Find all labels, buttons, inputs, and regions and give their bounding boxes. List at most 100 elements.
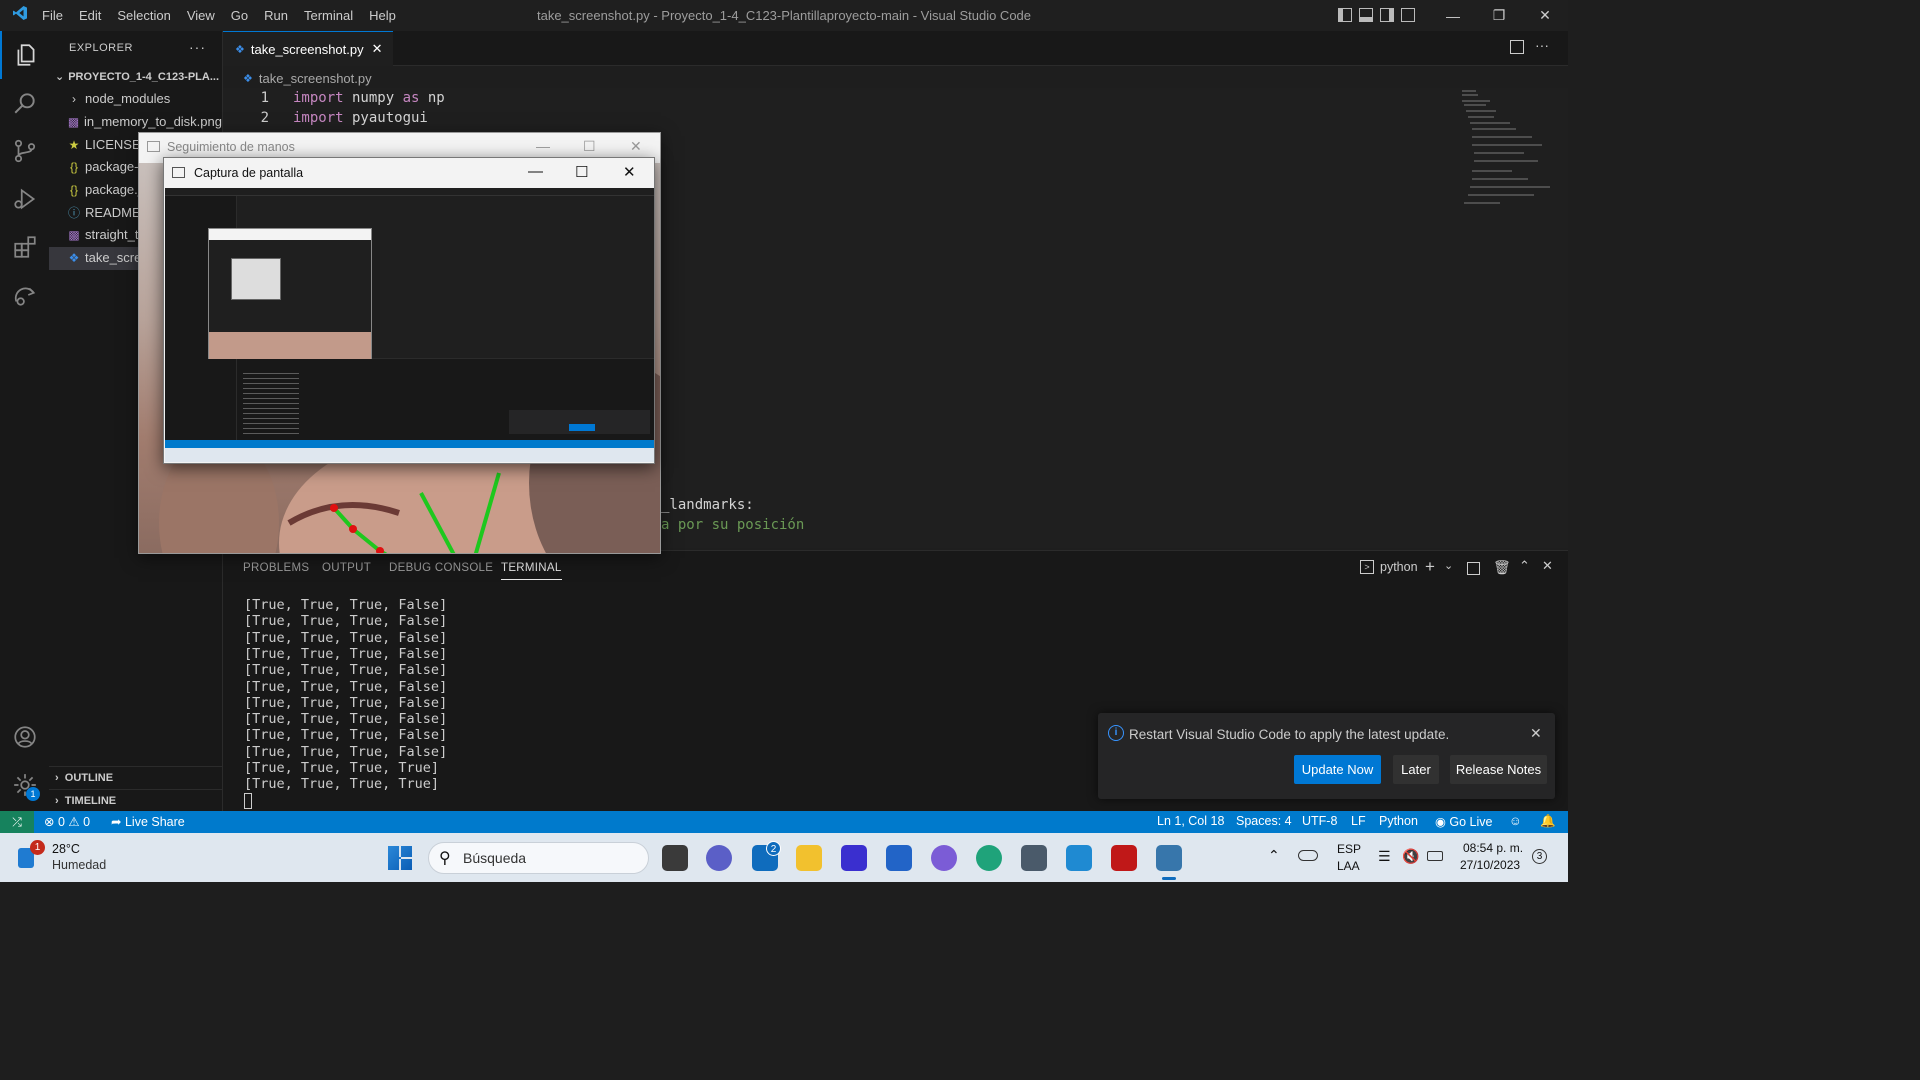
more-actions-icon[interactable]: ··· xyxy=(189,39,206,55)
timeline-section[interactable]: › TIMELINE xyxy=(49,789,223,811)
menu-bar: File Edit Selection View Go Run Terminal… xyxy=(34,0,404,31)
line-number: 1 xyxy=(260,90,269,106)
more-actions-icon[interactable]: ··· xyxy=(1535,37,1549,53)
window-controls: — ❐ ✕ xyxy=(1430,0,1568,31)
close-icon[interactable]: ✕ xyxy=(630,138,642,155)
run-debug-icon[interactable] xyxy=(0,175,49,223)
language-mode[interactable]: Python xyxy=(1379,814,1418,828)
tab-debug-console[interactable]: DEBUG CONSOLE xyxy=(389,562,493,574)
chevron-down-icon[interactable]: ⌄ xyxy=(1444,559,1453,572)
notifications-bell-icon[interactable]: 🔔 xyxy=(1540,814,1556,829)
chevron-up-icon[interactable]: ⌃ xyxy=(1268,847,1280,864)
file-in-memory-png[interactable]: ▩ in_memory_to_disk.png xyxy=(49,111,222,134)
screenshot-window[interactable]: Captura de pantalla — ☐ ✕ xyxy=(163,157,655,464)
file-explorer-icon[interactable] xyxy=(796,845,822,871)
notification-count[interactable]: 3 xyxy=(1532,849,1547,864)
file-label: in_memory_to_disk.png xyxy=(83,114,222,130)
later-button[interactable]: Later xyxy=(1393,755,1439,784)
close-icon[interactable]: ✕ xyxy=(623,163,636,181)
terminal-line: [True, True, True, True] xyxy=(244,776,440,793)
onedrive-icon[interactable] xyxy=(1298,850,1318,861)
new-terminal-icon[interactable]: + xyxy=(1425,557,1435,577)
language-bottom[interactable]: LAA xyxy=(1337,859,1360,873)
menu-help[interactable]: Help xyxy=(361,0,404,31)
minimap[interactable] xyxy=(1460,88,1555,218)
restore-icon[interactable]: ❐ xyxy=(1476,0,1522,31)
split-terminal-icon[interactable] xyxy=(1467,562,1480,575)
split-editor-icon[interactable] xyxy=(1510,40,1524,54)
chat-icon[interactable] xyxy=(706,845,732,871)
chevron-right-icon: › xyxy=(55,795,65,807)
toggle-primary-sidebar-icon[interactable] xyxy=(1338,8,1352,22)
wifi-icon[interactable]: ☰ xyxy=(1378,848,1391,865)
menu-edit[interactable]: Edit xyxy=(71,0,109,31)
menu-run[interactable]: Run xyxy=(256,0,296,31)
close-tab-icon[interactable]: ✕ xyxy=(372,41,383,57)
go-live-status[interactable]: ◉ Go Live xyxy=(1435,814,1493,829)
cursor-position[interactable]: Ln 1, Col 18 xyxy=(1157,814,1224,828)
language-top[interactable]: ESP xyxy=(1337,842,1361,856)
live-share-status[interactable]: ➦ Live Share xyxy=(111,814,185,829)
close-panel-icon[interactable]: ✕ xyxy=(1542,558,1553,574)
menu-terminal[interactable]: Terminal xyxy=(296,0,361,31)
feedback-icon[interactable]: ☺ xyxy=(1509,814,1522,828)
copilot-icon[interactable] xyxy=(931,845,957,871)
end-of-line[interactable]: LF xyxy=(1351,814,1366,828)
breadcrumb-file[interactable]: take_screenshot.py xyxy=(259,71,372,86)
remote-explorer-icon[interactable] xyxy=(0,271,49,319)
clock-time[interactable]: 08:54 p. m. xyxy=(1463,841,1523,855)
search-icon[interactable] xyxy=(0,79,49,127)
update-now-button[interactable]: Update Now xyxy=(1294,755,1381,784)
remote-indicator[interactable]: ⤮ xyxy=(0,811,34,833)
minimize-icon[interactable]: — xyxy=(536,138,550,154)
terminal-selector[interactable]: > python xyxy=(1360,560,1418,574)
tab-take-screenshot[interactable]: ❖ take_screenshot.py ✕ xyxy=(223,31,393,66)
volume-icon[interactable]: 🔇 xyxy=(1402,848,1419,865)
explorer-icon[interactable] xyxy=(0,31,49,79)
customize-layout-icon[interactable] xyxy=(1401,8,1415,22)
minimize-icon[interactable]: — xyxy=(528,163,543,180)
toggle-panel-icon[interactable] xyxy=(1359,8,1373,22)
menu-selection[interactable]: Selection xyxy=(109,0,178,31)
store-icon[interactable] xyxy=(886,845,912,871)
problems-status[interactable]: ⊗ 0 ⚠ 0 xyxy=(44,814,90,829)
menu-file[interactable]: File xyxy=(34,0,71,31)
toggle-secondary-sidebar-icon[interactable] xyxy=(1380,8,1394,22)
tab-terminal[interactable]: TERMINAL xyxy=(501,562,562,580)
menu-view[interactable]: View xyxy=(179,0,223,31)
task-view-icon[interactable] xyxy=(662,845,688,871)
maximize-panel-icon[interactable]: ⌃ xyxy=(1519,558,1530,574)
trash-icon[interactable]: 🗑 xyxy=(1493,559,1511,576)
battery-icon[interactable] xyxy=(1427,851,1443,861)
minimize-icon[interactable]: — xyxy=(1430,0,1476,31)
menu-go[interactable]: Go xyxy=(223,0,256,31)
tab-problems[interactable]: PROBLEMS xyxy=(243,562,309,574)
start-icon[interactable] xyxy=(388,846,412,870)
accounts-icon[interactable] xyxy=(0,713,49,761)
calculator-icon[interactable] xyxy=(1021,845,1047,871)
workspace-folder-label: PROYECTO_1-4_C123-PLA... xyxy=(68,71,220,83)
tab-output[interactable]: OUTPUT xyxy=(322,562,371,574)
close-icon[interactable]: ✕ xyxy=(1522,0,1568,31)
app-icon[interactable] xyxy=(841,845,867,871)
encoding[interactable]: UTF-8 xyxy=(1302,814,1337,828)
maximize-icon[interactable]: ☐ xyxy=(575,163,588,181)
outline-section[interactable]: › OUTLINE xyxy=(49,766,223,788)
vscode-taskbar-icon[interactable] xyxy=(1066,845,1092,871)
manage-gear-icon[interactable]: 1 xyxy=(0,761,49,809)
mcafee-icon[interactable] xyxy=(1111,845,1137,871)
maximize-icon[interactable]: ☐ xyxy=(583,138,596,155)
close-notification-icon[interactable]: ✕ xyxy=(1530,725,1542,742)
edge-icon[interactable] xyxy=(976,845,1002,871)
clock-date[interactable]: 27/10/2023 xyxy=(1460,858,1520,872)
taskbar-search[interactable]: ⚲ Búsqueda xyxy=(428,842,649,874)
info-icon: ⓘ xyxy=(67,205,80,220)
file-node-modules[interactable]: › node_modules xyxy=(49,88,222,111)
source-control-icon[interactable] xyxy=(0,127,49,175)
extensions-icon[interactable] xyxy=(0,223,49,271)
python-taskbar-icon[interactable] xyxy=(1156,845,1182,871)
image-icon: ▩ xyxy=(68,228,80,243)
release-notes-button[interactable]: Release Notes xyxy=(1450,755,1547,784)
workspace-folder[interactable]: ⌄ PROYECTO_1-4_C123-PLA... xyxy=(49,66,222,88)
indentation[interactable]: Spaces: 4 xyxy=(1236,814,1292,828)
